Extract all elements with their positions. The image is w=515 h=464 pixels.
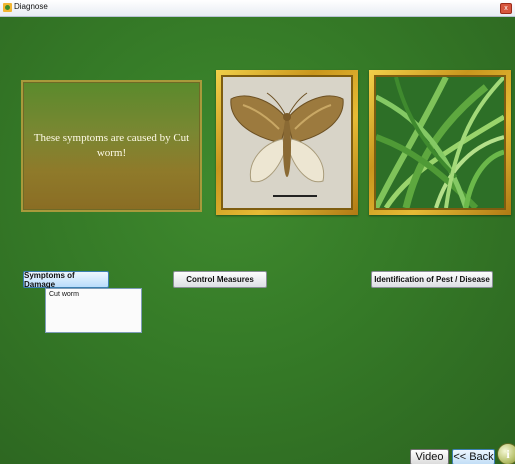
window-title: Diagnose <box>14 2 48 11</box>
diagnose-window: Diagnose x These symptoms are caused by … <box>0 0 515 464</box>
grass-image <box>376 77 504 208</box>
info-icon[interactable]: i <box>497 443 515 464</box>
grass-photo[interactable] <box>374 75 506 210</box>
diagnosis-message: These symptoms are caused by Cut worm! <box>33 132 190 159</box>
video-button[interactable]: Video <box>410 449 449 464</box>
tab-identification-of-pest-disease[interactable]: Identification of Pest / Disease <box>371 271 493 288</box>
moth-image <box>223 77 351 208</box>
title-bar: Diagnose x <box>0 0 515 17</box>
list-item[interactable]: Cut worm <box>46 289 141 300</box>
moth-photo[interactable] <box>221 75 353 210</box>
tab-symptoms-of-damage[interactable]: Symptoms of Damage <box>23 271 109 289</box>
grass-photo-frame[interactable] <box>369 70 511 215</box>
tab-control-measures[interactable]: Control Measures <box>173 271 267 288</box>
back-button[interactable]: << Back <box>452 449 495 464</box>
app-icon <box>3 3 12 12</box>
close-button[interactable]: x <box>500 3 512 14</box>
diagnosis-message-panel: These symptoms are caused by Cut worm! <box>21 80 202 212</box>
symptom-listbox[interactable]: Cut worm <box>45 288 142 333</box>
moth-photo-frame[interactable] <box>216 70 358 215</box>
